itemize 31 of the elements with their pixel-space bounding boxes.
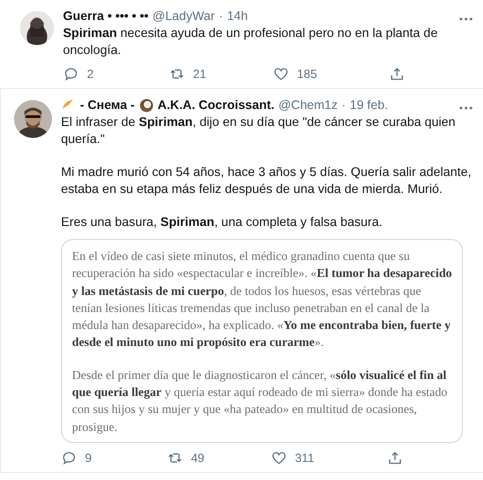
quote-text: Desde el primer día que le diagnosticaron el cáncer, «sólo visualicé el fin al que quería llegar y quería estar aquí rodeado de mi sierra» donde ha estado con sus hijos y su mujer y que «ha pateado» en multitud de ocasiones, prosigue.: [72, 366, 448, 436]
tweet-text: Mi madre murió con 54 años, hace 3 años y 5 días. Quería salir adelante, estaba en su etapa más feliz después de una vida de mierda. Murió.: [61, 164, 472, 198]
quote-text: En el vídeo de casi siete minutos, el médico granadino cuenta que su recuperación ha sido «espectacular e increíble». «El tumor ha desaparecido y las metástasis de mi cuerpo, de todos los huesos, esas vértebras que tenían lesiones líticas tremendas que incluso penetraban en el canal de la médula han desaparecido», ha explicado. «Yo me encontraba bien, fuerte y desde el minuto uno mi propósito era curarme».: [72, 248, 452, 352]
reply-button[interactable]: 2: [63, 66, 94, 82]
share-button[interactable]: [387, 450, 403, 466]
separator-dot: ·: [342, 98, 346, 112]
share-button[interactable]: [389, 66, 405, 82]
tweet-text: Spiriman necesita ayuda de un profesional pero no en la planta de oncología.: [63, 25, 439, 59]
quoted-image-card[interactable]: [61, 239, 463, 443]
like-button[interactable]: 311: [271, 450, 314, 466]
retweet-button[interactable]: 49: [167, 450, 204, 466]
reply-icon: [63, 66, 79, 82]
user-handle[interactable]: @LadyWar: [152, 9, 215, 23]
coconut-icon: [138, 98, 154, 112]
reply-button[interactable]: 9: [61, 450, 92, 466]
reply-icon: [61, 450, 77, 466]
separator-dot: ·: [218, 9, 223, 23]
user-name[interactable]: - Снема -: [80, 98, 135, 112]
share-icon: [389, 66, 405, 82]
share-icon: [387, 450, 403, 466]
heart-icon: [273, 66, 289, 82]
tweet-text: El infraser de Spiriman, dijo en su día que "de cáncer se curaba quien quería.": [61, 114, 456, 148]
retweet-button[interactable]: 21: [169, 66, 206, 82]
user-name[interactable]: A.K.A. Cocroissant.: [158, 98, 274, 112]
user-handle[interactable]: @Chem1z: [278, 98, 338, 112]
tweet-time[interactable]: 19 feb.: [350, 98, 388, 112]
tweet-time[interactable]: 14h: [226, 9, 248, 23]
tweet-text: Eres una basura, Spiriman, una completa y falsa basura.: [61, 214, 384, 231]
user-name[interactable]: Guerra • ••• • ••: [63, 9, 149, 23]
like-button[interactable]: 185: [273, 66, 318, 82]
heart-icon: [271, 450, 287, 466]
